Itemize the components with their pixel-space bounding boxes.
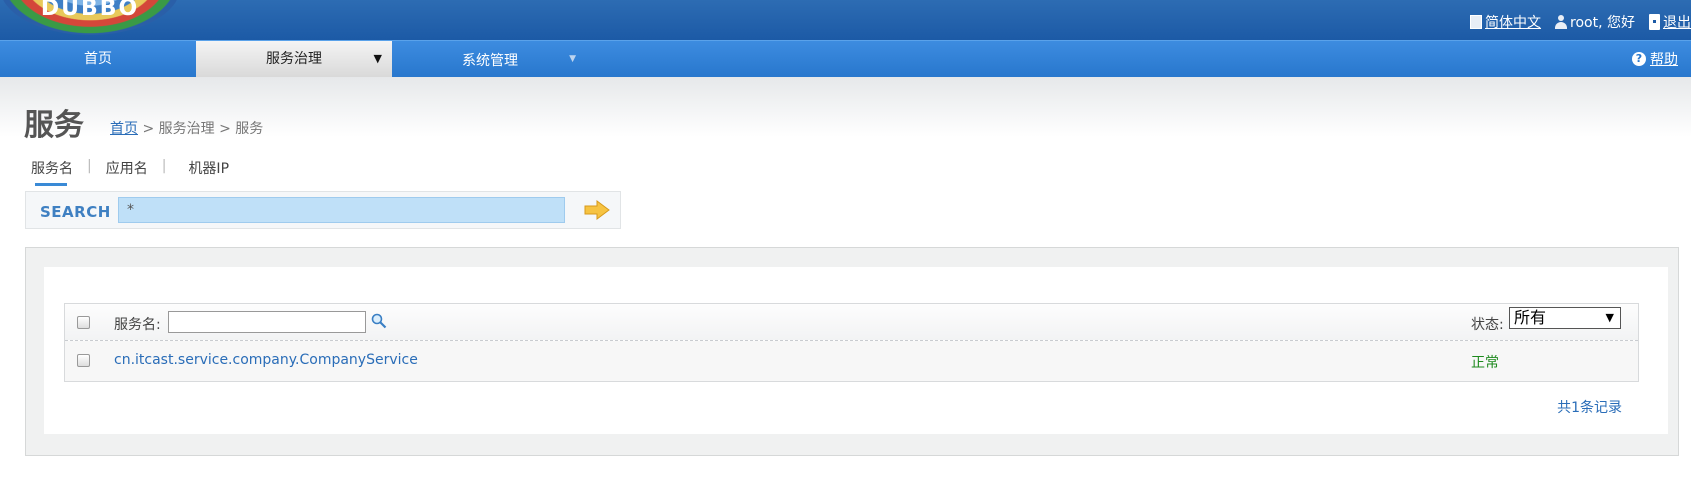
top-header: DUBBO 简体中文 root, 您好 退出 bbox=[0, 0, 1691, 40]
table-row: cn.itcast.service.company.CompanyService… bbox=[65, 341, 1638, 381]
main-menu: 首页 服务治理 ▼ 系统管理 ▼ ? 帮助 bbox=[0, 40, 1691, 77]
service-name-filter-input[interactable] bbox=[168, 311, 366, 333]
search-label: SEARCH bbox=[40, 203, 111, 221]
logout-link-text[interactable]: 退出 bbox=[1663, 12, 1691, 32]
dubbo-logo[interactable]: DUBBO bbox=[0, 0, 180, 35]
select-all-checkbox[interactable] bbox=[77, 316, 90, 329]
record-count: 共1条记录 bbox=[1557, 400, 1622, 416]
results-panel-inner: 服务名: 状态: 所有 ▼ cn.itcast.service.company.… bbox=[44, 267, 1668, 434]
page-title: 服务 bbox=[24, 108, 84, 143]
arrow-right-icon[interactable] bbox=[584, 200, 610, 220]
search-icon[interactable] bbox=[371, 313, 387, 329]
row-checkbox[interactable] bbox=[77, 354, 90, 367]
breadcrumb: 首页 > 服务治理 > 服务 bbox=[110, 118, 263, 138]
menu-item-home[interactable]: 首页 bbox=[0, 41, 196, 77]
menu-item-service-governance[interactable]: 服务治理 ▼ bbox=[196, 41, 392, 77]
user-greeting: root, 您好 bbox=[1555, 12, 1635, 32]
table-header: 服务名: 状态: 所有 ▼ bbox=[65, 304, 1638, 341]
breadcrumb-home-link[interactable]: 首页 bbox=[110, 121, 138, 137]
user-icon bbox=[1555, 15, 1568, 29]
tab-service-name[interactable]: 服务名 bbox=[31, 158, 73, 186]
tab-machine-ip[interactable]: 机器IP bbox=[188, 158, 229, 178]
menu-item-system-management-label: 系统管理 bbox=[462, 53, 518, 69]
door-exit-icon bbox=[1649, 14, 1660, 30]
language-link[interactable]: 简体中文 bbox=[1470, 12, 1541, 32]
search-bar: SEARCH bbox=[25, 191, 621, 229]
services-table: 服务名: 状态: 所有 ▼ cn.itcast.service.company.… bbox=[64, 303, 1639, 382]
breadcrumb-trail: > 服务治理 > 服务 bbox=[138, 121, 264, 137]
search-input[interactable] bbox=[118, 197, 565, 223]
help-link[interactable]: ? 帮助 bbox=[1632, 49, 1678, 69]
menu-item-service-governance-label: 服务治理 bbox=[266, 51, 322, 67]
results-panel: 服务名: 状态: 所有 ▼ cn.itcast.service.company.… bbox=[25, 247, 1679, 456]
logo-text: DUBBO bbox=[40, 0, 140, 21]
help-link-text[interactable]: 帮助 bbox=[1650, 49, 1678, 69]
search-tabs: 服务名 | 应用名 | 机器IP bbox=[31, 158, 243, 186]
state-filter-value: 所有 bbox=[1514, 308, 1547, 327]
menu-item-home-label: 首页 bbox=[84, 51, 112, 67]
chevron-down-icon: ▼ bbox=[1605, 311, 1614, 324]
tab-application-name[interactable]: 应用名 bbox=[106, 158, 148, 178]
user-greeting-text: root, 您好 bbox=[1570, 15, 1635, 31]
chevron-down-icon: ▼ bbox=[569, 54, 576, 64]
state-filter-select[interactable]: 所有 ▼ bbox=[1509, 307, 1621, 329]
menu-item-system-management[interactable]: 系统管理 ▼ bbox=[392, 43, 588, 79]
status-badge: 正常 bbox=[1471, 355, 1499, 371]
document-icon bbox=[1470, 15, 1483, 29]
help-icon: ? bbox=[1632, 52, 1646, 66]
top-links: 简体中文 root, 您好 退出 bbox=[1456, 12, 1691, 32]
chevron-down-icon: ▼ bbox=[373, 52, 382, 65]
tab-separator: | bbox=[87, 158, 92, 174]
service-name-filter-label: 服务名: bbox=[114, 317, 161, 333]
logout-link[interactable]: 退出 bbox=[1649, 12, 1691, 32]
state-filter-label: 状态: bbox=[1471, 317, 1504, 333]
language-link-text[interactable]: 简体中文 bbox=[1485, 12, 1541, 32]
service-link[interactable]: cn.itcast.service.company.CompanyService bbox=[114, 352, 418, 368]
tab-separator: | bbox=[161, 158, 167, 174]
